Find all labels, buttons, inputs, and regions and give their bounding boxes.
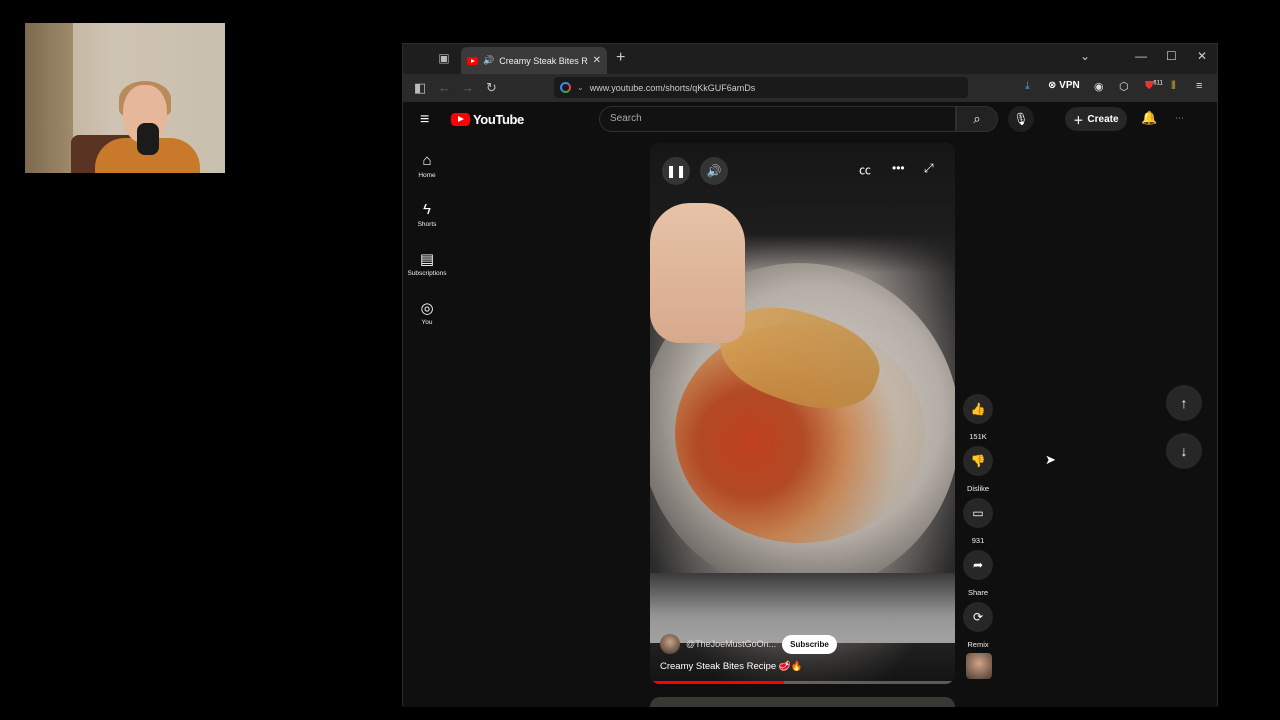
arrow-down-icon: ↓ [1180,443,1188,459]
maximize-icon[interactable]: ☐ [1166,49,1177,63]
subscribe-button[interactable]: Subscribe [782,634,837,654]
youtube-logo[interactable]: YouTube [451,112,524,127]
extension-icon[interactable]: ◉ [1094,80,1104,93]
remix-icon: ⟳ [963,602,993,632]
sidebar-item-you[interactable]: ◎ You [407,299,447,326]
webcam-background [25,23,73,173]
sidebar-item-home[interactable]: ⌂ Home [407,152,447,179]
captions-icon[interactable]: ㏄ [859,161,871,178]
share-button[interactable]: ➦ Share [960,550,996,597]
shorts-video-player[interactable]: ❚❚ 🔊 ㏄ ••• ⤢ @TheJoeMustGoOn... Subscrib… [650,143,955,684]
webcam-feed [25,23,225,173]
youtube-favicon-icon [467,56,478,65]
tab-title: Creamy Steak Bites Recipe [499,55,588,66]
vpn-button[interactable]: ⊗ VPN [1048,80,1080,91]
search-icon: ⌕ [973,111,981,126]
thumbs-up-icon: 👍 [963,394,993,424]
short-title[interactable]: Creamy Steak Bites Recipe 🥩🔥 [660,661,802,672]
video-frame-hand [650,203,745,343]
comment-icon: ▭ [963,498,993,528]
user-icon: ◎ [420,300,434,317]
forward-icon[interactable]: → [461,80,474,95]
chevron-down-icon[interactable]: ⌄ [577,83,584,92]
channel-name[interactable]: @TheJoeMustGoOn... [686,639,776,649]
notifications-bell-icon[interactable]: 🔔 [1141,110,1157,126]
sidebar-item-label: Subscriptions [407,270,447,277]
previous-short-button[interactable]: ↑ [1166,385,1202,421]
adblock-icon[interactable]: ⛊611 [1145,80,1163,93]
tab-bar: ▣ 🔊 Creamy Steak Bites Recipe ✕ + ⌄ — ☐ … [403,44,1217,74]
url-text[interactable]: www.youtube.com/shorts/qKkGUF6amDs [590,83,756,93]
sidebar-toggle-icon[interactable]: ◧ [414,80,426,96]
minimize-icon[interactable]: — [1135,49,1147,63]
channel-info: @TheJoeMustGoOn... Subscribe [660,634,837,654]
close-window-icon[interactable]: ✕ [1197,49,1207,63]
like-button[interactable]: 👍 151K [960,394,996,441]
next-short-preview[interactable] [650,697,955,707]
account-avatar[interactable]: ⋯ [1175,113,1184,124]
comment-count: 931 [971,536,985,545]
url-field[interactable]: ⌄ www.youtube.com/shorts/qKkGUF6amDs [554,77,968,98]
speaker-icon[interactable]: 🔊 [483,55,494,66]
mouse-cursor-icon: ➤ [1045,452,1056,467]
comments-button[interactable]: ▭ 931 [960,498,996,545]
sidebar-item-label: You [421,319,433,326]
share-icon: ➦ [963,550,993,580]
reload-icon[interactable]: ↻ [486,80,497,96]
browser-menu-icon[interactable]: ≡ [1196,80,1202,92]
like-count: 151K [969,432,987,441]
tab-active[interactable]: 🔊 Creamy Steak Bites Recipe ✕ [461,47,607,74]
address-bar-row: ◧ ← → ↻ ⌄ www.youtube.com/shorts/qKkGUF6… [403,74,1217,102]
tab-list-chevron-icon[interactable]: ⌄ [1080,49,1090,63]
youtube-wordmark: YouTube [473,112,524,127]
google-icon [560,82,571,93]
new-tab-icon[interactable]: + [616,49,625,67]
arrow-up-icon: ↑ [1180,395,1188,411]
adblock-badge: 611 [1153,80,1163,87]
create-label: Create [1087,113,1119,125]
remix-button[interactable]: ⟳ Remix [960,602,996,649]
subscriptions-icon: ▤ [419,251,435,268]
next-short-button[interactable]: ↓ [1166,433,1202,469]
create-button[interactable]: ＋ Create [1065,107,1127,131]
sidebar-item-shorts[interactable]: ϟ Shorts [407,201,447,228]
pause-icon: ❚❚ [665,164,687,178]
workspace-icon[interactable]: ▣ [437,51,451,65]
more-options-icon[interactable]: ••• [892,161,905,175]
share-label: Share [967,588,988,597]
sidebar-item-label: Shorts [417,221,437,228]
sound-avatar[interactable] [966,653,992,679]
channel-avatar[interactable] [660,634,680,654]
hamburger-menu-icon[interactable]: ≡ [420,111,429,129]
progress-bar[interactable] [650,681,955,684]
dislike-button[interactable]: 👎 Dislike [960,446,996,493]
microphone-icon: 🎙 [1013,112,1029,126]
plus-icon: ＋ [1073,115,1084,127]
volume-icon: 🔊 [706,164,722,178]
dislike-label: Dislike [966,484,990,493]
puzzle-icon[interactable]: ⬡ [1119,80,1129,93]
browser-window: ▣ 🔊 Creamy Steak Bites Recipe ✕ + ⌄ — ☐ … [402,43,1218,707]
youtube-page: ≡ YouTube Search ⌕ 🎙 ＋ Create 🔔 ⋯ ⌂ Home … [403,102,1217,707]
search-input[interactable]: Search [599,106,956,132]
sidebar-item-subscriptions[interactable]: ▤ Subscriptions [407,250,447,277]
pause-button[interactable]: ❚❚ [662,157,690,185]
vpn-label: VPN [1059,80,1080,91]
thumbs-down-icon: 👎 [963,446,993,476]
youtube-play-icon [451,113,470,126]
equalizer-icon[interactable]: ⦀ [1171,80,1176,93]
sidebar-item-label: Home [418,172,436,179]
search-button[interactable]: ⌕ [956,106,998,132]
webcam-microphone [137,123,159,155]
download-icon[interactable]: ⤓ [1025,80,1030,93]
fullscreen-icon[interactable]: ⤢ [924,161,934,176]
remix-label: Remix [967,640,989,649]
voice-search-button[interactable]: 🎙 [1008,106,1034,132]
shorts-icon: ϟ [423,201,431,218]
tab-close-icon[interactable]: ✕ [593,55,601,66]
back-icon[interactable]: ← [438,80,451,95]
home-icon: ⌂ [422,152,432,169]
volume-button[interactable]: 🔊 [700,157,728,185]
progress-fill [650,681,785,684]
